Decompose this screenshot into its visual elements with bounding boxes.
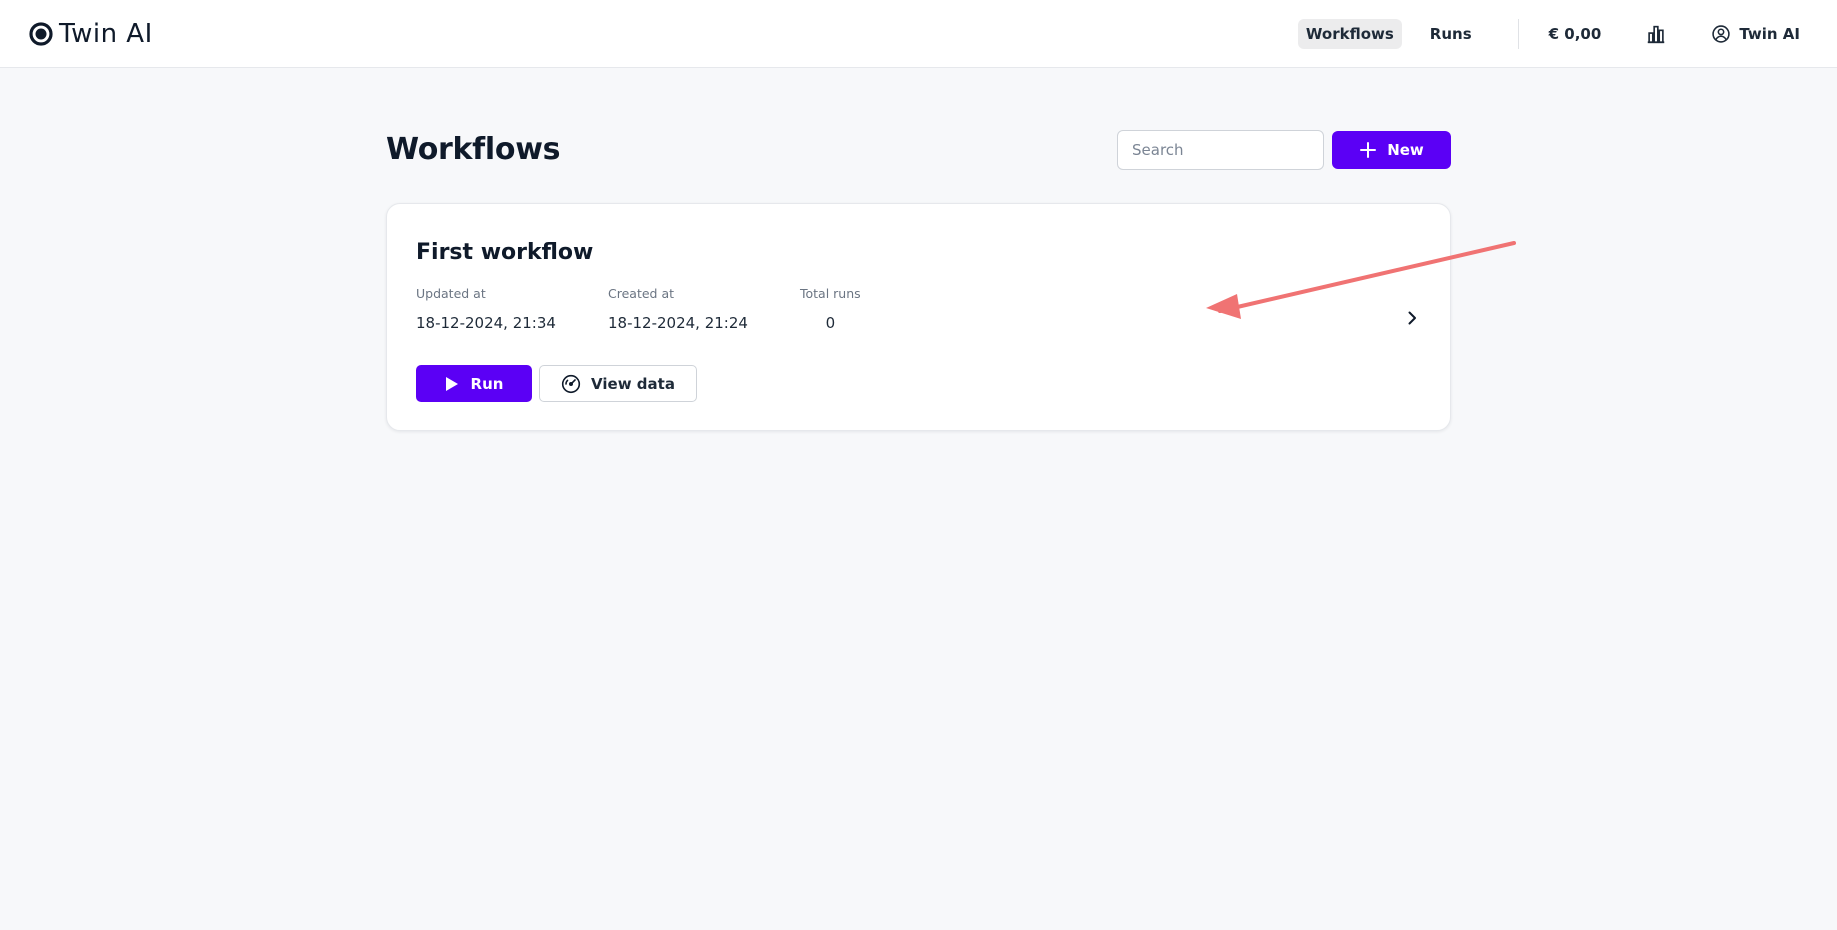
updated-at-group: Updated at 18-12-2024, 21:34 bbox=[416, 286, 556, 332]
annotation-arrow-icon bbox=[1206, 241, 1516, 319]
created-at-label: Created at bbox=[608, 286, 675, 301]
created-at-group: Created at 18-12-2024, 21:24 bbox=[608, 286, 748, 332]
new-workflow-button[interactable]: New bbox=[1332, 131, 1451, 169]
created-at-value: 18-12-2024, 21:24 bbox=[608, 314, 748, 332]
updated-at-label: Updated at bbox=[416, 286, 486, 301]
workflow-title: First workflow bbox=[416, 240, 594, 265]
balance-display[interactable]: € 0,00 bbox=[1549, 25, 1602, 43]
app-logo[interactable]: Twin AI bbox=[29, 18, 153, 50]
view-data-button[interactable]: View data bbox=[539, 365, 697, 402]
total-runs-label: Total runs bbox=[800, 286, 861, 301]
plus-icon bbox=[1360, 142, 1377, 158]
building-chart-icon[interactable] bbox=[1645, 23, 1667, 45]
gauge-icon bbox=[561, 374, 581, 393]
updated-at-value: 18-12-2024, 21:34 bbox=[416, 314, 556, 332]
total-runs-value: 0 bbox=[825, 314, 836, 332]
search-input[interactable] bbox=[1117, 130, 1324, 170]
user-circle-icon bbox=[1712, 25, 1731, 43]
total-runs-group: Total runs 0 bbox=[800, 286, 861, 332]
account-name: Twin AI bbox=[1739, 25, 1800, 43]
tab-workflows[interactable]: Workflows bbox=[1297, 19, 1402, 49]
run-button-label: Run bbox=[470, 374, 504, 393]
run-button[interactable]: Run bbox=[416, 365, 532, 402]
play-icon bbox=[445, 376, 458, 391]
page-title: Workflows bbox=[386, 132, 561, 167]
logo-mark-icon bbox=[29, 22, 53, 46]
view-data-label: View data bbox=[591, 374, 675, 393]
new-button-label: New bbox=[1387, 141, 1424, 159]
main-nav: Workflows Runs € 0,00 Twin AI bbox=[1297, 18, 1837, 50]
account-menu[interactable]: Twin AI bbox=[1711, 24, 1800, 44]
tab-runs[interactable]: Runs bbox=[1422, 19, 1480, 49]
top-navigation-bar: Twin AI Workflows Runs € 0,00 Twin AI bbox=[0, 0, 1837, 68]
app-name: Twin AI bbox=[59, 19, 153, 49]
nav-divider bbox=[1517, 19, 1519, 49]
